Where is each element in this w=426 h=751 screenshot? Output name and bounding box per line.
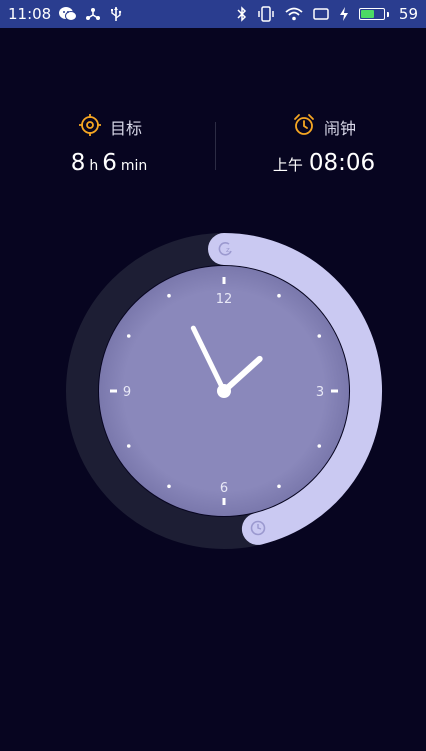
hour-dot-1: [277, 293, 281, 298]
numeral-6: 6: [220, 481, 228, 496]
numeral-12: 12: [216, 292, 233, 307]
hour-dot-4: [317, 444, 322, 448]
hour-dot-8: [126, 444, 131, 448]
hand-hub: [217, 384, 231, 398]
numeral-3: 3: [316, 385, 324, 400]
sleep-start-handle[interactable]: z: [213, 238, 235, 260]
numeral-9: 9: [123, 385, 131, 400]
svg-text:z: z: [226, 246, 230, 254]
sleep-clock-wrap: 12 3 6 9 z: [0, 0, 426, 747]
hour-dot-7: [167, 484, 171, 489]
sleep-clock: 12 3 6 9 z: [66, 233, 382, 549]
hour-dot-10: [126, 334, 131, 338]
hour-dot-5: [277, 484, 281, 489]
hour-dot-2: [317, 334, 322, 338]
hour-dot-11: [167, 293, 171, 298]
wake-handle[interactable]: [247, 517, 269, 539]
